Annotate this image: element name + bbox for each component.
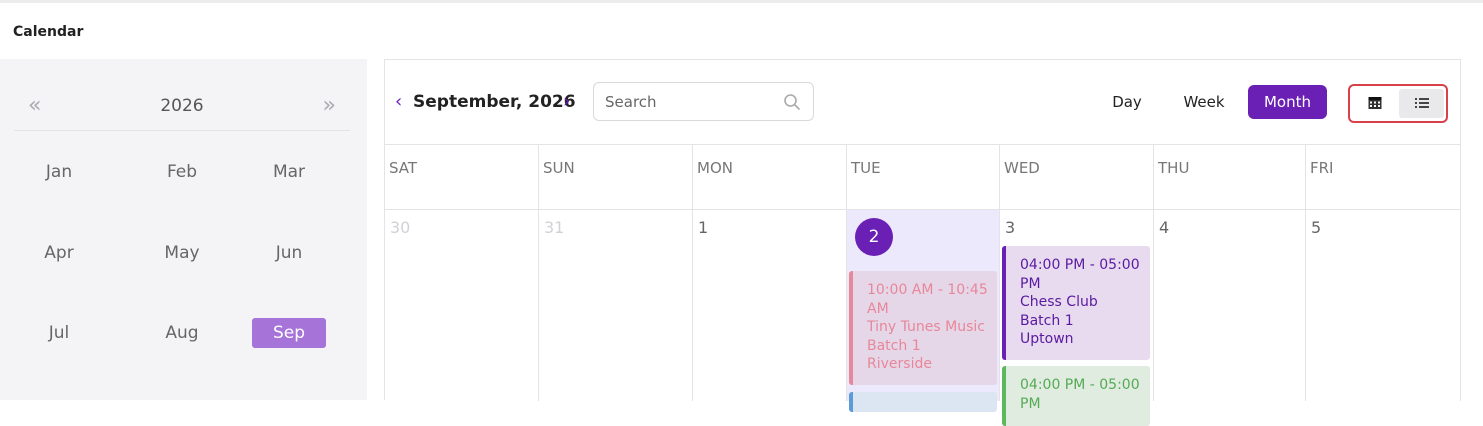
month-jun[interactable]: Jun <box>252 238 326 268</box>
event-time: 10:00 AM - 10:45 AM <box>867 282 988 317</box>
weekday-wed: WED <box>1000 145 1154 210</box>
day-cell[interactable]: 3 04:00 PM - 05:00 PM Chess Club Batch 1… <box>1000 210 1154 426</box>
day-cell[interactable]: 31 <box>539 210 693 401</box>
weekday-thu: THU <box>1154 145 1306 210</box>
month-apr[interactable]: Apr <box>22 238 96 268</box>
day-number: 3 <box>1005 218 1016 237</box>
month-aug[interactable]: Aug <box>145 318 219 348</box>
current-month-title: September, 2026 <box>413 92 576 112</box>
event-title: Chess Club <box>1020 294 1098 310</box>
month-feb[interactable]: Feb <box>145 157 219 187</box>
calendar-grid-icon <box>1368 97 1382 109</box>
day-cell[interactable]: 30 <box>385 210 539 401</box>
event-location: Riverside <box>867 356 932 372</box>
next-year-icon[interactable]: » <box>323 95 336 117</box>
today-badge: 2 <box>855 218 893 256</box>
month-may[interactable]: May <box>145 238 219 268</box>
event-time: 04:00 PM - 05:00 PM <box>1020 257 1140 292</box>
search-input[interactable] <box>605 92 775 112</box>
month-jan[interactable]: Jan <box>22 157 96 187</box>
day-number: 1 <box>698 218 709 237</box>
weekday-mon: MON <box>693 145 847 210</box>
week-view-button[interactable]: Week <box>1175 85 1233 119</box>
event-batch: Batch 1 <box>867 337 921 354</box>
day-number: 5 <box>1311 218 1322 237</box>
calendar-view-toggle[interactable] <box>1353 89 1398 118</box>
layout-toggle <box>1348 84 1448 123</box>
calendar-header: ‹ September, 2026 › Day Week Month <box>385 60 1461 144</box>
year-label: 2026 <box>160 96 204 116</box>
list-icon <box>1415 98 1429 108</box>
event-card[interactable]: 10:00 AM - 10:45 AM Tiny Tunes Music Bat… <box>849 271 997 385</box>
event-batch: Batch 1 <box>1020 312 1074 329</box>
day-number: 4 <box>1159 218 1170 237</box>
search-icon[interactable] <box>783 93 801 111</box>
weekday-fri: FRI <box>1306 145 1461 210</box>
search-box <box>593 82 814 121</box>
day-number: 31 <box>544 218 565 237</box>
day-cell[interactable]: 4 <box>1154 210 1306 401</box>
event-time: 04:00 PM - 05:00 PM <box>1020 377 1140 412</box>
previous-month-icon[interactable]: ‹ <box>395 91 402 113</box>
weekday-sun: SUN <box>539 145 693 210</box>
month-view-button[interactable]: Month <box>1248 85 1327 119</box>
event-title: Tiny Tunes Music <box>867 319 985 335</box>
event-card[interactable]: 04:00 PM - 05:00 PM <box>1002 366 1150 426</box>
list-view-toggle[interactable] <box>1399 89 1444 118</box>
day-view-button[interactable]: Day <box>1101 85 1153 119</box>
page-title: Calendar <box>13 24 84 40</box>
month-sep[interactable]: Sep <box>252 318 326 348</box>
day-cell-today[interactable]: 2 10:00 AM - 10:45 AM Tiny Tunes Music B… <box>847 210 1000 412</box>
event-card[interactable]: 04:00 PM - 05:00 PM Chess Club Batch 1 U… <box>1002 246 1150 360</box>
calendar-panel: ‹ September, 2026 › Day Week Month <box>384 59 1461 426</box>
week-row: 30 31 1 2 10:00 AM - 10:45 AM Tiny Tunes… <box>385 210 1461 426</box>
weekday-header-row: SAT SUN MON TUE WED THU FRI <box>385 144 1461 210</box>
year-nav: « 2026 » <box>14 89 350 131</box>
event-location: Uptown <box>1020 331 1074 347</box>
day-number: 30 <box>390 218 411 237</box>
event-card[interactable] <box>849 392 997 412</box>
day-cell[interactable]: 1 <box>693 210 847 401</box>
top-divider <box>0 0 1483 3</box>
day-cell[interactable]: 5 <box>1306 210 1461 401</box>
month-mar[interactable]: Mar <box>252 157 326 187</box>
weekday-tue: TUE <box>847 145 1000 210</box>
weekday-sat: SAT <box>385 145 539 210</box>
next-month-icon[interactable]: › <box>563 91 570 113</box>
mini-calendar: « 2026 » Jan Feb Mar Apr May Jun Jul Aug… <box>0 59 367 400</box>
month-jul[interactable]: Jul <box>22 318 96 348</box>
